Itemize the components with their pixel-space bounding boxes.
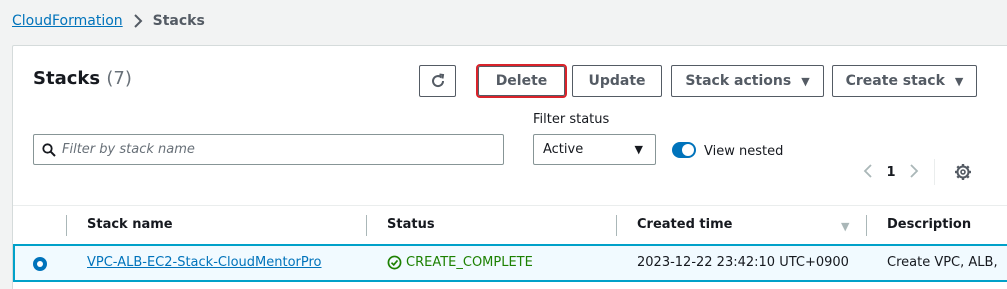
chevron-right-icon[interactable] (904, 163, 924, 182)
column-divider (366, 215, 367, 236)
column-header-created-time[interactable]: Created time (637, 217, 732, 232)
row-select-radio[interactable] (33, 257, 47, 271)
chevron-left-icon[interactable] (858, 163, 878, 182)
column-divider (616, 215, 617, 236)
stack-count: (7) (106, 68, 132, 89)
breadcrumb-current: Stacks (152, 13, 205, 29)
description: Create VPC, ALB, (887, 255, 998, 270)
refresh-button[interactable] (419, 65, 456, 97)
stack-actions-button[interactable]: Stack actions ▼ (671, 65, 824, 97)
filter-status-select[interactable]: Active ▼ (533, 134, 656, 165)
sort-icon[interactable]: ▼ (841, 220, 849, 233)
create-stack-label: Create stack (845, 73, 945, 89)
delete-button-label: Delete (495, 73, 548, 89)
page-number[interactable]: 1 (878, 165, 904, 180)
filter-status-label: Filter status (533, 112, 610, 127)
page-title: Stacks (7) (33, 68, 132, 89)
check-circle-icon (387, 255, 402, 270)
update-button[interactable]: Update (572, 65, 662, 97)
caret-down-icon: ▼ (954, 74, 964, 88)
status-badge: CREATE_COMPLETE (387, 255, 533, 270)
caret-down-icon: ▼ (634, 143, 643, 156)
column-divider (66, 215, 67, 236)
pager-divider (934, 159, 935, 185)
page-title-text: Stacks (33, 68, 101, 89)
column-header-description[interactable]: Description (887, 217, 971, 232)
view-nested-toggle[interactable] (672, 142, 696, 158)
stacks-panel: Stacks (7) Delete Update Stack actions ▼… (12, 45, 1007, 289)
chevron-right-icon (133, 14, 143, 28)
create-stack-button[interactable]: Create stack ▼ (832, 65, 977, 97)
delete-button[interactable]: Delete (476, 64, 567, 98)
stack-actions-label: Stack actions (685, 73, 792, 89)
gear-icon[interactable] (953, 162, 973, 182)
status-text: CREATE_COMPLETE (406, 255, 533, 270)
column-divider (866, 215, 867, 236)
filter-status-value: Active (543, 142, 584, 157)
refresh-icon (431, 73, 444, 88)
update-button-label: Update (588, 73, 646, 89)
created-time: 2023-12-22 23:42:10 UTC+0900 (637, 255, 849, 270)
stack-name-link[interactable]: VPC-ALB-EC2-Stack-CloudMentorPro (87, 255, 322, 270)
breadcrumb: CloudFormation Stacks (12, 11, 205, 31)
search-field[interactable] (33, 134, 504, 165)
caret-down-icon: ▼ (801, 74, 810, 88)
search-icon (42, 142, 56, 157)
pagination: 1 (858, 159, 935, 185)
table-header: Stack name Status Created time ▼ Descrip… (13, 205, 1007, 244)
column-header-status[interactable]: Status (387, 217, 435, 232)
search-input[interactable] (62, 142, 482, 157)
column-header-stack-name[interactable]: Stack name (87, 217, 173, 232)
view-nested-label: View nested (704, 144, 784, 159)
table-row[interactable]: VPC-ALB-EC2-Stack-CloudMentorPro CREATE_… (13, 244, 1007, 282)
breadcrumb-cloudformation-link[interactable]: CloudFormation (12, 13, 123, 29)
